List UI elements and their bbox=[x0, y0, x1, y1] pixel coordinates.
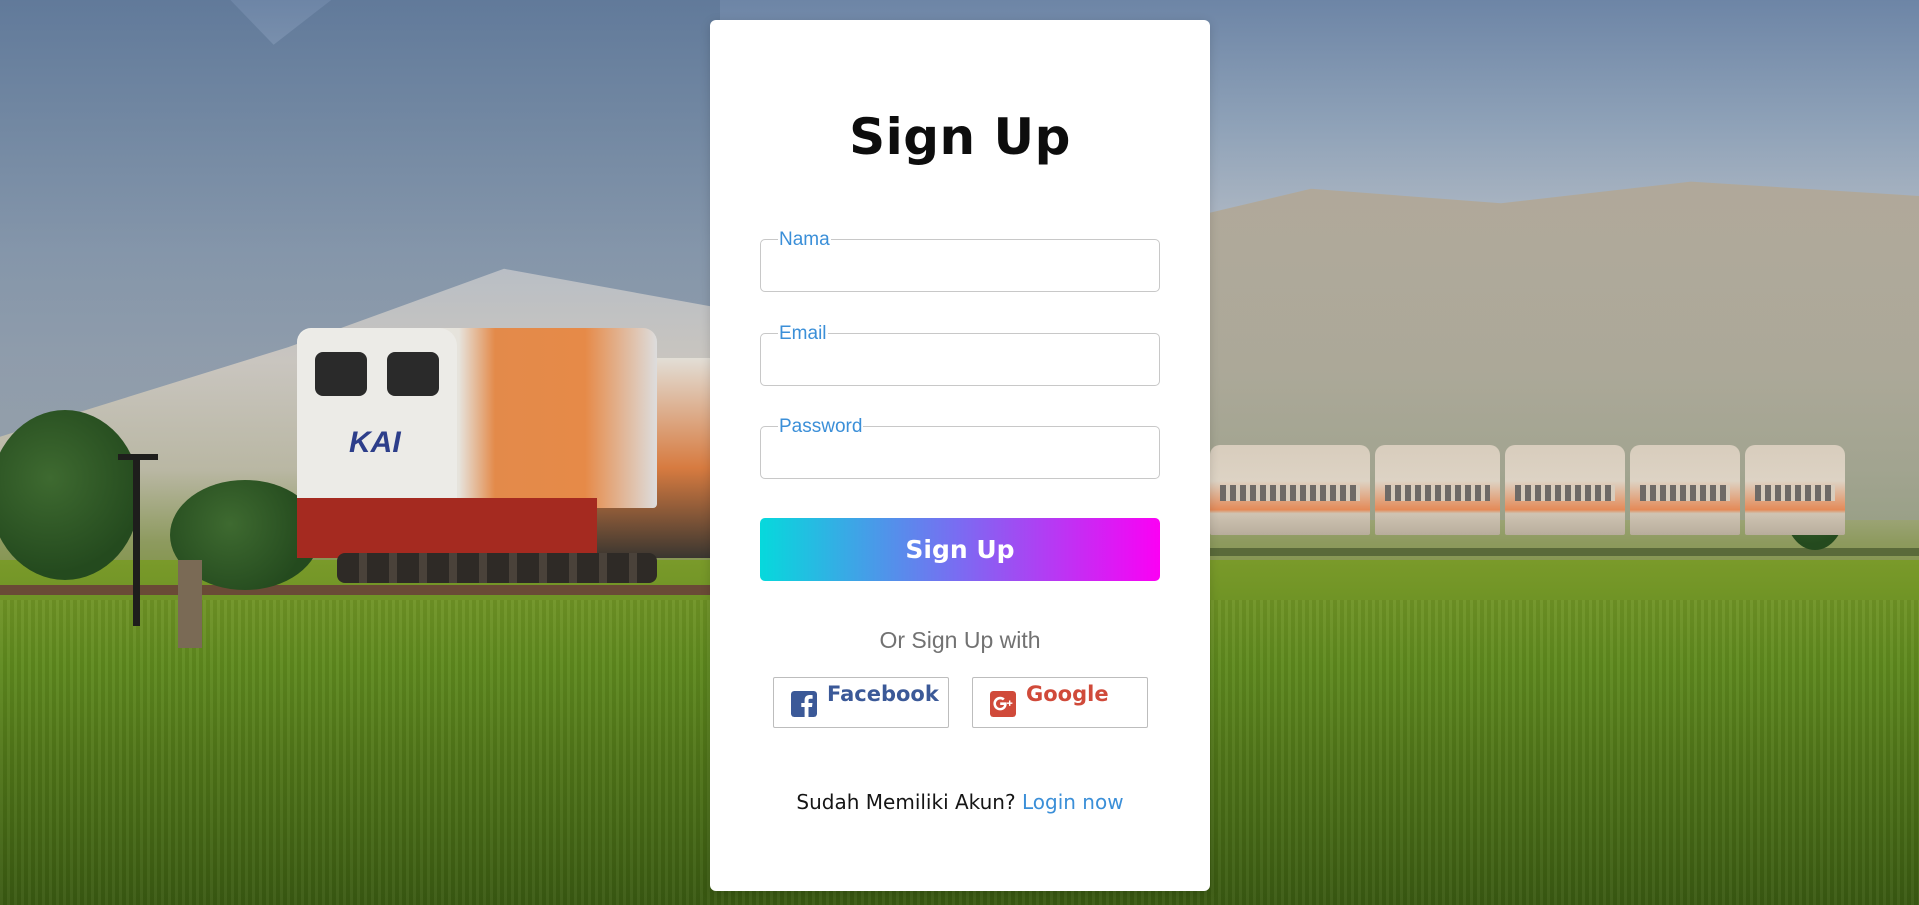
google-plus-icon bbox=[990, 691, 1016, 717]
kai-logo: KAI bbox=[349, 426, 401, 459]
name-input[interactable] bbox=[773, 271, 1149, 303]
carriage bbox=[1745, 445, 1845, 535]
marker-post bbox=[178, 560, 202, 648]
railway-track bbox=[0, 585, 720, 595]
train-carriages bbox=[1210, 445, 1850, 545]
carriage bbox=[1505, 445, 1625, 535]
login-prompt: Sudah Memiliki Akun? Login now bbox=[710, 790, 1210, 814]
locomotive-wheels bbox=[337, 553, 657, 583]
signal-pole bbox=[133, 456, 140, 626]
google-label: Google bbox=[1026, 682, 1109, 706]
carriage bbox=[1630, 445, 1740, 535]
login-prompt-text: Sudah Memiliki Akun? bbox=[796, 790, 1016, 814]
email-field[interactable]: Email bbox=[760, 323, 1160, 397]
carriage bbox=[1210, 445, 1370, 535]
password-field-label: Password bbox=[779, 416, 863, 437]
login-now-link[interactable]: Login now bbox=[1022, 790, 1124, 814]
locomotive-chassis bbox=[297, 498, 597, 558]
password-input[interactable] bbox=[773, 458, 1149, 490]
locomotive-window-left bbox=[315, 352, 367, 396]
tree-left bbox=[0, 410, 140, 580]
signup-button[interactable]: Sign Up bbox=[760, 518, 1160, 581]
locomotive: KAI bbox=[297, 318, 710, 583]
name-field[interactable]: Nama bbox=[760, 229, 1160, 303]
facebook-signup-button[interactable]: Facebook bbox=[773, 677, 949, 728]
name-field-label: Nama bbox=[779, 229, 830, 250]
email-input[interactable] bbox=[773, 365, 1149, 397]
facebook-icon bbox=[791, 691, 817, 717]
signal-pole-arm bbox=[118, 454, 158, 460]
locomotive-window-right bbox=[387, 352, 439, 396]
carriage bbox=[1375, 445, 1500, 535]
facebook-label: Facebook bbox=[827, 682, 939, 706]
or-signup-with-text: Or Sign Up with bbox=[879, 627, 1041, 653]
signup-card: Sign Up Nama Email Password Sign Up Or S… bbox=[710, 20, 1210, 891]
password-field[interactable]: Password bbox=[760, 416, 1160, 490]
page-title: Sign Up bbox=[849, 108, 1071, 166]
google-signup-button[interactable]: Google bbox=[972, 677, 1148, 728]
email-field-label: Email bbox=[779, 323, 827, 344]
